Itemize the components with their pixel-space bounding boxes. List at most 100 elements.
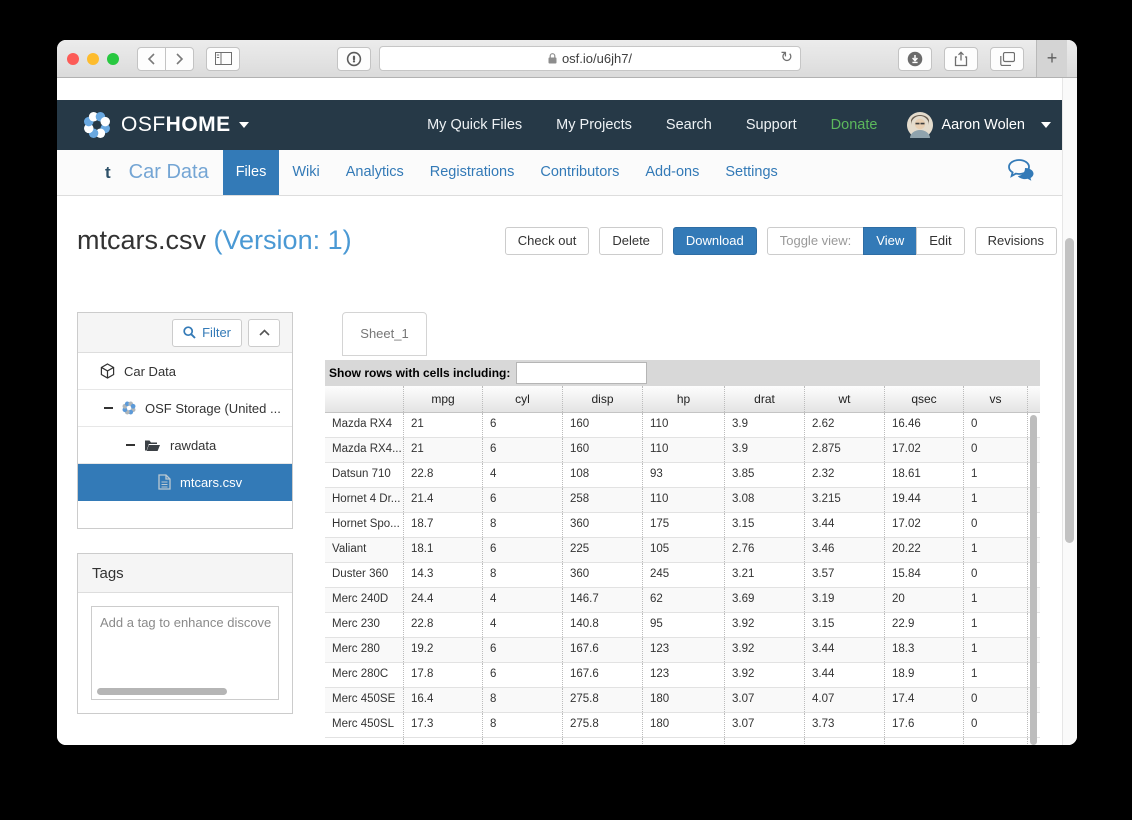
data-cell: 17.6 <box>884 713 963 737</box>
collapse-panel-button[interactable] <box>248 319 280 347</box>
tab-add-ons[interactable]: Add-ons <box>632 150 712 195</box>
data-cell: 95 <box>642 613 724 637</box>
delete-button[interactable]: Delete <box>599 227 663 255</box>
data-cell: 3.07 <box>724 688 804 712</box>
avatar <box>907 112 933 138</box>
collapse-toggle-icon[interactable] <box>104 407 113 409</box>
downloads-button[interactable] <box>898 47 932 71</box>
project-title-link[interactable]: Car Data <box>129 161 209 184</box>
data-cell: 17.3 <box>403 713 482 737</box>
data-cell: 2.76 <box>724 538 804 562</box>
data-cell: 17.8 <box>403 663 482 687</box>
tab-wiki[interactable]: Wiki <box>279 150 332 195</box>
data-cell: 4 <box>482 588 562 612</box>
comments-icon[interactable] <box>1008 159 1035 186</box>
data-cell: 1 <box>963 488 1027 512</box>
page-scrollbar[interactable] <box>1062 78 1077 745</box>
view-button[interactable]: View <box>863 227 917 255</box>
nav-item-support[interactable]: Support <box>746 117 797 133</box>
data-cell: 3.15 <box>724 513 804 537</box>
data-cell: 6 <box>482 413 562 437</box>
tabs-overview-button[interactable] <box>990 47 1024 71</box>
password-manager-icon[interactable] <box>337 47 371 71</box>
address-bar[interactable]: osf.io/u6jh7/ <box>379 46 801 71</box>
data-cell: 1 <box>963 613 1027 637</box>
table-row: Merc 450SL17.38275.81803.073.7317.60 <box>325 713 1040 738</box>
row-name-cell: Merc 450SL <box>325 713 403 737</box>
row-name-cell: Merc 280 <box>325 638 403 662</box>
edit-button[interactable]: Edit <box>916 227 964 255</box>
data-cell: 0 <box>963 688 1027 712</box>
nav-item-search[interactable]: Search <box>666 117 712 133</box>
page-scrollbar-thumb[interactable] <box>1065 238 1074 543</box>
data-cell: 8 <box>482 563 562 587</box>
revisions-button[interactable]: Revisions <box>975 227 1057 255</box>
project-home-icon[interactable] <box>105 163 111 183</box>
user-name: Aaron Wolen <box>941 117 1025 133</box>
nav-item-my-quick-files[interactable]: My Quick Files <box>427 117 522 133</box>
tree-item-label: Car Data <box>124 364 176 379</box>
table-row: Hornet Spo...18.783601753.153.4417.020 <box>325 513 1040 538</box>
zoom-icon[interactable] <box>107 53 119 65</box>
tab-files[interactable]: Files <box>223 150 280 195</box>
table-row: Mazda RX42161601103.92.6216.460 <box>325 413 1040 438</box>
tab-registrations[interactable]: Registrations <box>417 150 528 195</box>
column-header-wt: wt <box>804 386 884 412</box>
filter-button[interactable]: Filter <box>172 319 242 347</box>
file-viewer: Sheet_1 Show rows with cells including: … <box>325 312 1040 745</box>
row-name-cell: Datsun 710 <box>325 463 403 487</box>
nav-item-donate[interactable]: Donate <box>831 117 878 133</box>
brand-osf: OSF <box>121 113 166 137</box>
check-out-button[interactable]: Check out <box>505 227 590 255</box>
data-cell: 140.8 <box>562 613 642 637</box>
data-cell: 275.8 <box>562 688 642 712</box>
share-button[interactable] <box>944 47 978 71</box>
nav-item-my-projects[interactable]: My Projects <box>556 117 632 133</box>
data-cell: 20.22 <box>884 538 963 562</box>
forward-button[interactable] <box>165 47 194 71</box>
data-cell <box>642 738 724 745</box>
data-cell: 167.6 <box>562 663 642 687</box>
reload-icon[interactable] <box>780 48 793 66</box>
data-cell <box>963 738 1027 745</box>
caret-down-icon <box>239 122 249 128</box>
data-cell: 1 <box>963 588 1027 612</box>
collapse-toggle-icon[interactable] <box>126 444 135 446</box>
user-menu[interactable]: Aaron Wolen <box>907 112 1051 138</box>
tree-item-mtcars-csv[interactable]: mtcars.csv <box>78 464 292 501</box>
tree-item-rawdata[interactable]: rawdata <box>78 427 292 464</box>
osf-home-menu[interactable]: OSF HOME <box>83 111 249 139</box>
close-icon[interactable] <box>67 53 79 65</box>
tree-item-osf-storage-united[interactable]: OSF Storage (United ... <box>78 390 292 427</box>
tree-item-car-data[interactable]: Car Data <box>78 353 292 390</box>
download-button[interactable]: Download <box>673 227 757 255</box>
table-row: Merc 240D24.44146.7623.693.19201 <box>325 588 1040 613</box>
data-cell: 1 <box>963 538 1027 562</box>
new-tab-button[interactable] <box>1036 40 1067 77</box>
back-button[interactable] <box>137 47 166 71</box>
tab-settings[interactable]: Settings <box>712 150 790 195</box>
row-filter-input[interactable] <box>516 362 647 384</box>
data-cell: 19.44 <box>884 488 963 512</box>
data-cell: 18.1 <box>403 538 482 562</box>
data-cell: 1 <box>963 638 1027 662</box>
tab-sheet-1[interactable]: Sheet_1 <box>342 312 427 356</box>
sidebar-toggle-button[interactable] <box>206 47 240 71</box>
tag-box-hscrollbar[interactable] <box>97 688 227 695</box>
tab-analytics[interactable]: Analytics <box>333 150 417 195</box>
row-name-cell: Merc 450SE <box>325 688 403 712</box>
minimize-icon[interactable] <box>87 53 99 65</box>
tag-input[interactable]: Add a tag to enhance discove <box>91 606 279 700</box>
data-cell: 3.46 <box>804 538 884 562</box>
grid-vscrollbar[interactable] <box>1030 415 1037 745</box>
page-content: mtcars.csv (Version: 1) Check out Delete… <box>57 196 1077 745</box>
data-cell: 3.73 <box>804 713 884 737</box>
data-cell: 3.9 <box>724 413 804 437</box>
data-cell: 3.69 <box>724 588 804 612</box>
tree-item-label: rawdata <box>170 438 216 453</box>
file-tree: Car Data OSF Storage (United ... rawdata mt… <box>78 353 292 501</box>
browser-window: osf.io/u6jh7/ OSF HOME My Quick Files My … <box>57 40 1077 745</box>
tab-contributors[interactable]: Contributors <box>527 150 632 195</box>
data-cell: 110 <box>642 488 724 512</box>
folder-open-icon <box>144 439 161 452</box>
